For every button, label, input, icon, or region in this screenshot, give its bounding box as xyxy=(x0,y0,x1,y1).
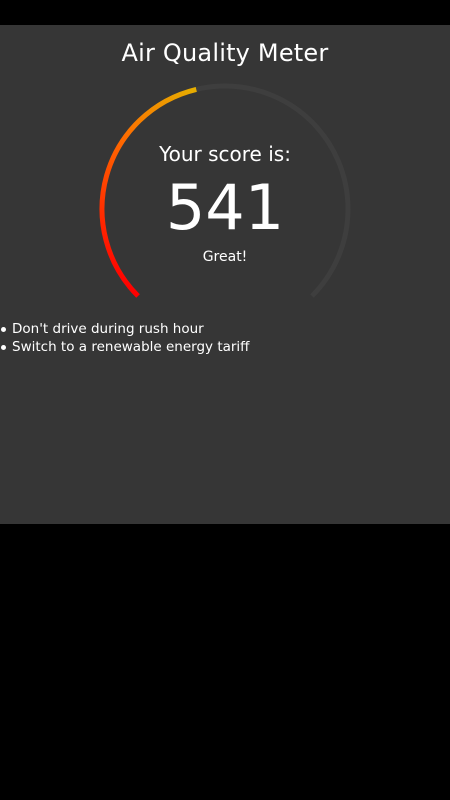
air-quality-screen: Air Quality Meter Your score is: 541 Gre… xyxy=(0,25,450,524)
score-rating: Great! xyxy=(202,249,248,265)
bullet-icon xyxy=(1,344,6,350)
tips-list: Don't drive during rush hour Switch to a… xyxy=(0,320,440,356)
tip-item: Don't drive during rush hour xyxy=(0,320,440,338)
tip-item: Switch to a renewable energy tariff xyxy=(0,338,440,356)
tip-text: Switch to a renewable energy tariff xyxy=(12,339,250,355)
score-label: Your score is: xyxy=(159,142,291,166)
tip-text: Don't drive during rush hour xyxy=(12,321,204,337)
score-value: 541 xyxy=(165,171,285,244)
bullet-icon xyxy=(1,326,6,332)
